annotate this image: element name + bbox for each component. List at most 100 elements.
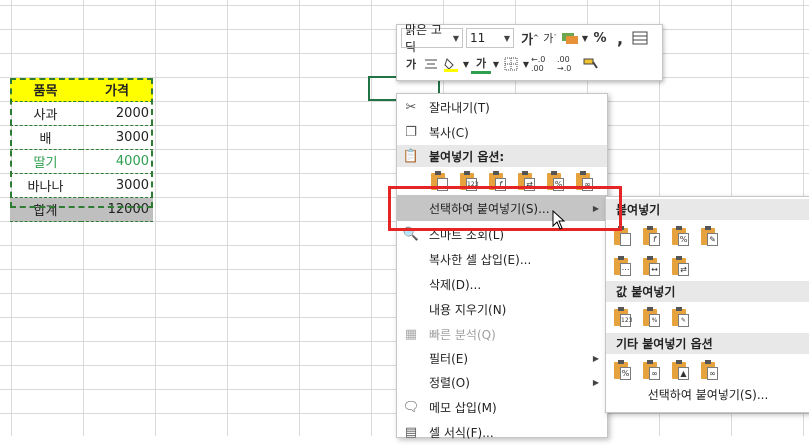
total-label[interactable]: 합계 [10, 197, 81, 222]
cell-price[interactable]: 2000 [81, 101, 153, 126]
chevron-down-icon[interactable]: ▼ [580, 28, 590, 48]
bold-button[interactable]: 가 [401, 54, 421, 74]
font-size-combo[interactable]: 11 ▼ [466, 28, 514, 48]
paste-linked-picture-icon[interactable]: ∞ [699, 359, 719, 381]
menu-item-cut[interactable]: ✂ 잘라내기(T) [397, 95, 607, 120]
decrease-decimal-icon: .00 →.0 [557, 55, 572, 73]
paste-formatting-icon[interactable]: % [612, 359, 632, 381]
paste-link-icon[interactable]: ∞ [641, 359, 661, 381]
format-painter-table-button[interactable] [630, 28, 650, 48]
comma-icon: , [616, 28, 624, 48]
clipboard-icon: 📋 [402, 148, 420, 164]
paste-transpose-icon[interactable]: ⇄ [516, 170, 536, 192]
paste-no-borders-icon[interactable]: ⋯ [612, 255, 632, 277]
table-row: 배 3000 [10, 125, 153, 150]
chevron-down-icon[interactable]: ▼ [501, 34, 513, 43]
chevron-down-icon[interactable]: ▼ [450, 34, 462, 43]
paste-values-icon[interactable]: 123 [612, 306, 632, 328]
paste-special-dialog-link[interactable]: 선택하여 붙여넣기(S)... [606, 386, 809, 403]
menu-item-insert-comment[interactable]: 🗨 메모 삽입(M) [397, 395, 607, 420]
paste-keep-source-format-icon[interactable]: ✎ [699, 225, 719, 247]
menu-item-paste-special[interactable]: 선택하여 붙여넣기(S)... ▶ [397, 195, 607, 221]
fill-color-icon [444, 58, 458, 72]
menu-item-label: 붙여넣기 옵션: [429, 149, 505, 164]
cell-item[interactable]: 딸기 [10, 149, 81, 174]
cell-price[interactable]: 3000 [81, 173, 153, 198]
font-name-combo[interactable]: 맑은 고딕 ▼ [401, 23, 463, 54]
total-value[interactable]: 12000 [81, 197, 153, 222]
format-painter-button[interactable] [581, 54, 601, 74]
search-icon: 🔍 [402, 227, 420, 242]
menu-item-label: 정렬(O) [429, 376, 470, 390]
submenu-header-label: 기타 붙여넣기 옵션 [616, 337, 713, 351]
comment-icon: 🗨 [402, 400, 420, 415]
paste-values-source-format-icon[interactable]: ✎ [670, 306, 690, 328]
menu-item-label: 스마트 조회(L) [429, 228, 505, 242]
menu-item-insert-copied[interactable]: 복사한 셀 삽입(E)... [397, 247, 607, 272]
menu-item-label: 잘라내기(T) [429, 101, 490, 115]
paste-transpose-icon[interactable]: ⇄ [670, 255, 690, 277]
paste-formatting-icon[interactable]: % [545, 170, 565, 192]
align-center-icon [425, 59, 437, 69]
fill-color-button[interactable] [441, 54, 461, 74]
paste-formulas-icon[interactable]: f [641, 225, 661, 247]
paste-picture-icon[interactable]: ▲ [670, 359, 690, 381]
menu-item-quick-analysis: ▦ 빠른 분석(Q) [397, 322, 607, 347]
cell-item[interactable]: 사과 [10, 101, 81, 126]
paste-values-row: 123 % ✎ [612, 306, 699, 328]
menu-item-delete[interactable]: 삭제(D)... [397, 272, 607, 297]
grow-font-button[interactable]: 가 ^ [520, 28, 540, 48]
submenu-header-label: 값 붙여넣기 [616, 285, 676, 299]
submenu-header-label: 붙여넣기 [616, 203, 661, 217]
font-color-button[interactable]: 가 [471, 55, 491, 74]
table-format-icon [632, 31, 648, 45]
table-total-row: 합계 12000 [10, 197, 153, 222]
align-center-button[interactable] [421, 54, 441, 74]
percent-style-button[interactable]: % [590, 28, 610, 48]
cell-price[interactable]: 4000 [81, 149, 153, 174]
chevron-down-icon[interactable]: ▼ [491, 54, 501, 74]
chevron-down-icon[interactable]: ▼ [521, 54, 531, 74]
paste-icon[interactable] [429, 170, 449, 192]
header-price[interactable]: 가격 [81, 78, 153, 102]
cell-item[interactable]: 배 [10, 125, 81, 150]
paste-formulas-icon[interactable]: f [487, 170, 507, 192]
comma-style-button[interactable]: , [610, 28, 630, 48]
paste-values-icon[interactable]: 123 [458, 170, 478, 192]
shrink-font-button[interactable]: 가ˇ [540, 28, 560, 48]
chevron-right-icon: ▶ [592, 378, 599, 387]
grow-font-icon: 가 [521, 32, 534, 48]
chevron-down-icon[interactable]: ▼ [461, 54, 471, 74]
chevron-right-icon: ▶ [592, 354, 599, 363]
paste-column-widths-icon[interactable]: ↔ [641, 255, 661, 277]
menu-item-copy[interactable]: ❐ 복사(C) [397, 120, 607, 145]
decrease-decimal-button[interactable]: .00 →.0 [557, 54, 581, 74]
paste-other-row: % ∞ ▲ ∞ [612, 359, 728, 381]
mini-toolbar: 맑은 고딕 ▼ 11 ▼ 가 ^ 가ˇ ▼ % , 가 ▼ 가 ▼ ▼ ←.0 … [396, 23, 663, 81]
menu-item-label: 삭제(D)... [429, 278, 482, 292]
paste-formulas-number-format-icon[interactable]: % [670, 225, 690, 247]
paste-icon[interactable] [612, 225, 632, 247]
paste-values-number-format-icon[interactable]: % [641, 306, 661, 328]
menu-item-smart-lookup[interactable]: 🔍 스마트 조회(L) [397, 222, 607, 247]
bold-icon: 가 [405, 58, 417, 71]
menu-item-format-cells[interactable]: ▤ 셀 서식(F)... [397, 420, 607, 445]
paste-link-icon[interactable]: ∞ [574, 170, 594, 192]
increase-decimal-button[interactable]: ←.0 .00 [531, 54, 555, 74]
paste-special-submenu: 붙여넣기 f % ✎ ⋯ ↔ ⇄ 값 붙여넣기 123 % ✎ 기타 붙여넣기 … [605, 196, 809, 413]
menu-item-label: 내용 지우기(N) [429, 303, 507, 317]
cell-item[interactable]: 바나나 [10, 173, 81, 198]
menu-item-clear[interactable]: 내용 지우기(N) [397, 297, 607, 322]
table-row: 사과 2000 [10, 101, 153, 126]
accounting-format-button[interactable] [560, 28, 580, 48]
menu-item-sort[interactable]: 정렬(O) ▶ [397, 370, 607, 395]
cell-price[interactable]: 3000 [81, 125, 153, 150]
header-item[interactable]: 품목 [10, 78, 81, 102]
borders-button[interactable] [501, 54, 521, 74]
menu-item-filter[interactable]: 필터(E) ▶ [397, 346, 607, 371]
menu-item-label: 필터(E) [429, 352, 469, 366]
mouse-cursor-icon [552, 210, 566, 230]
submenu-header-values: 값 붙여넣기 [606, 281, 809, 302]
menu-item-label: 빠른 분석(Q) [429, 328, 496, 342]
context-menu: ✂ 잘라내기(T) ❐ 복사(C) 📋 붙여넣기 옵션: 123 f ⇄ % ∞… [396, 93, 608, 440]
